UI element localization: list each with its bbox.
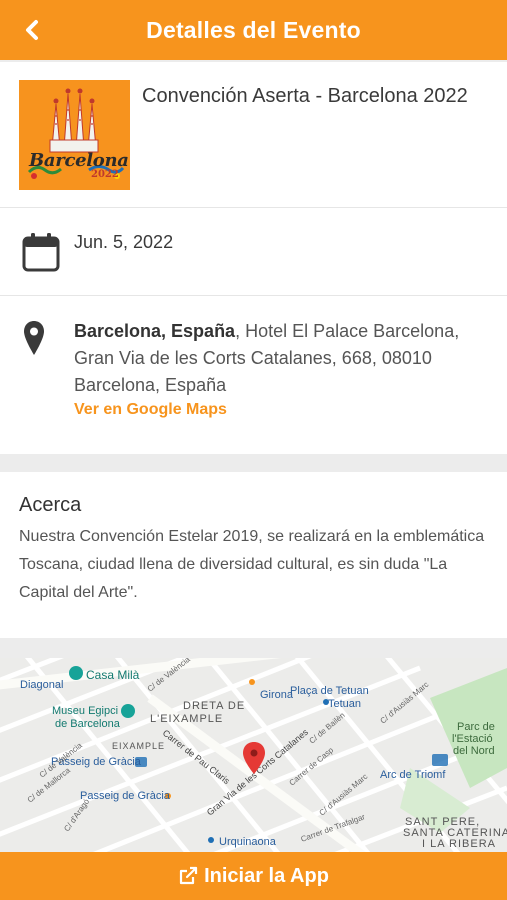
- map-label-arc-triomf: Arc de Triomf: [380, 769, 446, 781]
- launch-app-label: Iniciar la App: [204, 864, 329, 887]
- map-label-tetuan: Tetuan: [328, 698, 361, 710]
- event-location-row: Barcelona, España, Hotel El Palace Barce…: [0, 296, 507, 454]
- event-date: Jun. 5, 2022: [74, 232, 174, 252]
- about-card: Acerca Nuestra Convención Estelar 2019, …: [0, 472, 507, 638]
- map-label-casa-mila: Casa Milà: [86, 668, 140, 682]
- back-button[interactable]: [14, 12, 50, 48]
- map-label-diagonal: Diagonal: [20, 679, 63, 691]
- event-city: Barcelona, España: [74, 321, 236, 341]
- map-label-dreta-1: DRETA DE: [183, 700, 245, 712]
- map-label-sant-3: I LA RIBERA: [422, 838, 496, 850]
- map-label-parc-1: Parc de: [457, 721, 495, 733]
- map-label-museu-1: Museu Egipci: [52, 705, 118, 717]
- event-logo: Barcelona 2022: [19, 80, 130, 190]
- logo-wordmark: Barcelona: [29, 150, 129, 171]
- map-label-parc-3: del Nord: [453, 745, 495, 757]
- map-label-passeig-gracia-2: Passeig de Gràcia: [80, 790, 171, 802]
- event-header: Barcelona 2022 Convención Aserta - Barce…: [0, 62, 507, 208]
- location-map[interactable]: Casa Milà Diagonal Museu Egipci de Barce…: [0, 658, 507, 852]
- map-pin-icon: [24, 321, 44, 355]
- chevron-left-icon: [26, 20, 38, 40]
- google-maps-link[interactable]: Ver en Google Maps: [74, 401, 227, 419]
- event-address: Barcelona, España, Hotel El Palace Barce…: [74, 318, 494, 399]
- event-date-row: Jun. 5, 2022: [0, 208, 507, 296]
- page-title: Detalles del Evento: [146, 16, 361, 43]
- map-label-dreta-2: L'EIXAMPLE: [150, 713, 223, 725]
- launch-app-button[interactable]: Iniciar la App: [0, 852, 507, 900]
- map-label-museu-2: de Barcelona: [55, 718, 121, 730]
- top-bar: Detalles del Evento: [0, 0, 507, 60]
- external-link-icon: [179, 866, 198, 885]
- map-label-parc-2: l'Estació: [452, 733, 493, 745]
- about-heading: Acerca: [19, 494, 82, 516]
- map-label-urquinaona: Urquinaona: [219, 836, 277, 848]
- calendar-icon: [22, 233, 60, 272]
- map-label-placa-tetuan: Plaça de Tetuan: [290, 685, 369, 697]
- event-details-card: Barcelona 2022 Convención Aserta - Barce…: [0, 62, 507, 454]
- map-label-eixample: EIXAMPLE: [112, 741, 165, 751]
- event-title: Convención Aserta - Barcelona 2022: [142, 85, 468, 107]
- logo-year: 2022: [91, 169, 119, 180]
- map-label-girona: Girona: [260, 689, 294, 701]
- about-text: Nuestra Convención Estelar 2019, se real…: [19, 528, 485, 601]
